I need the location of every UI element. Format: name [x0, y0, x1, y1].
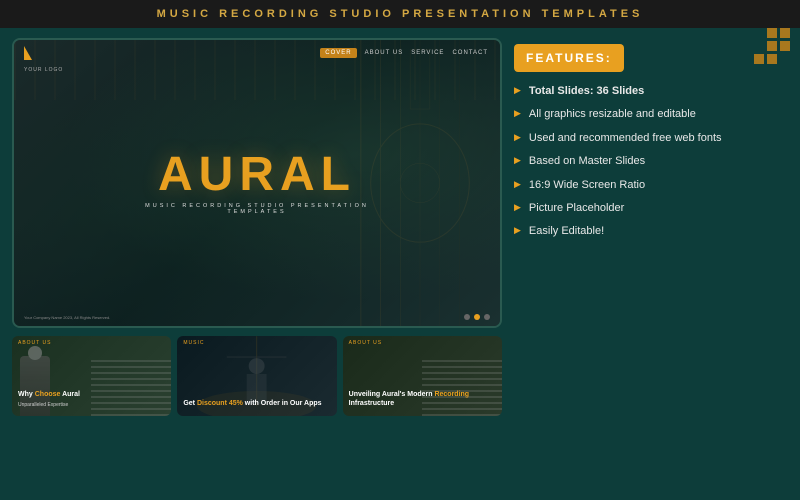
- decorative-squares: [754, 28, 790, 64]
- dot-2[interactable]: [474, 314, 480, 320]
- nav-contact[interactable]: CONTACT: [452, 50, 488, 56]
- thumb-1-title: Why Choose Aural Unparalleled Expertise: [18, 390, 165, 408]
- arrow-icon-2: ▶: [514, 108, 521, 119]
- dot-3[interactable]: [484, 314, 490, 320]
- features-panel: FEATURES: ▶ Total Slides: 36 Slides ▶ Al…: [514, 38, 788, 488]
- slide-copyright: Your Company Name 2023, All Rights Reser…: [24, 315, 110, 320]
- feature-text-4: Based on Master Slides: [529, 154, 645, 169]
- thumb-3[interactable]: ABOUT US Unveiling Aural's Modern Record…: [343, 336, 502, 416]
- nav-service[interactable]: SERVICE: [411, 50, 444, 56]
- arrow-icon-3: ▶: [514, 132, 521, 143]
- slide-nav: COVER ABOUT US SERVICE CONTACT: [14, 40, 500, 66]
- thumb-2-label: MUSIC: [183, 340, 204, 346]
- slide-pagination: [464, 314, 490, 320]
- thumb-1-label: ABOUT US: [18, 340, 51, 346]
- feature-item-4: ▶ Based on Master Slides: [514, 154, 788, 169]
- feature-item-3: ▶ Used and recommended free web fonts: [514, 131, 788, 146]
- feature-text-2: All graphics resizable and editable: [529, 107, 696, 122]
- feature-item-1: ▶ Total Slides: 36 Slides: [514, 84, 788, 99]
- feature-item-7: ▶ Easily Editable!: [514, 224, 788, 239]
- page-title: MUSIC RECORDING STUDIO PRESENTATION TEMP…: [157, 8, 644, 20]
- thumb-3-title: Unveiling Aural's Modern Recording Infra…: [349, 390, 496, 408]
- thumb-2-title: Get Discount 45% with Order in Our Apps: [183, 399, 330, 408]
- feature-text-6: Picture Placeholder: [529, 201, 624, 216]
- slide-inner: YOUR LOGO COVER ABOUT US SERVICE CONTACT: [14, 40, 500, 326]
- feature-item-6: ▶ Picture Placeholder: [514, 201, 788, 216]
- feature-text-3: Used and recommended free web fonts: [529, 131, 722, 146]
- features-header: FEATURES:: [514, 44, 624, 72]
- feature-text-7: Easily Editable!: [529, 224, 604, 239]
- feature-text-5: 16:9 Wide Screen Ratio: [529, 178, 645, 193]
- features-list: ▶ Total Slides: 36 Slides ▶ All graphics…: [514, 84, 788, 240]
- nav-about[interactable]: ABOUT US: [365, 50, 404, 56]
- thumbnail-row: ABOUT US Why Choose Aural Unparalleled E…: [12, 336, 502, 416]
- slide-title-block: AURAL MUSIC RECORDING STUDIO PRESENTATIO…: [136, 151, 379, 215]
- arrow-icon-4: ▶: [514, 155, 521, 166]
- main-content: YOUR LOGO COVER ABOUT US SERVICE CONTACT: [0, 28, 800, 498]
- feature-text-1: Total Slides: 36 Slides: [529, 84, 644, 99]
- feature-item-5: ▶ 16:9 Wide Screen Ratio: [514, 178, 788, 193]
- features-header-text: FEATURES:: [526, 51, 612, 65]
- slide-subtitle: MUSIC RECORDING STUDIO PRESENTATION TEMP…: [136, 203, 379, 215]
- arrow-icon-5: ▶: [514, 179, 521, 190]
- arrow-icon-7: ▶: [514, 225, 521, 236]
- dot-1[interactable]: [464, 314, 470, 320]
- arrow-icon-6: ▶: [514, 202, 521, 213]
- thumb-2[interactable]: MUSIC Get Discount 45% with Order in Our…: [177, 336, 336, 416]
- preview-area: YOUR LOGO COVER ABOUT US SERVICE CONTACT: [12, 38, 502, 488]
- logo-text: YOUR LOGO: [24, 67, 63, 73]
- thumb-1[interactable]: ABOUT US Why Choose Aural Unparalleled E…: [12, 336, 171, 416]
- slide-main-title: AURAL: [136, 151, 379, 199]
- slide-footer: Your Company Name 2023, All Rights Reser…: [24, 314, 490, 320]
- slide-preview: YOUR LOGO COVER ABOUT US SERVICE CONTACT: [12, 38, 502, 328]
- arrow-icon-1: ▶: [514, 85, 521, 96]
- thumb-3-label: ABOUT US: [349, 340, 382, 346]
- top-title-bar: MUSIC RECORDING STUDIO PRESENTATION TEMP…: [0, 0, 800, 28]
- nav-cover[interactable]: COVER: [320, 48, 356, 58]
- feature-item-2: ▶ All graphics resizable and editable: [514, 107, 788, 122]
